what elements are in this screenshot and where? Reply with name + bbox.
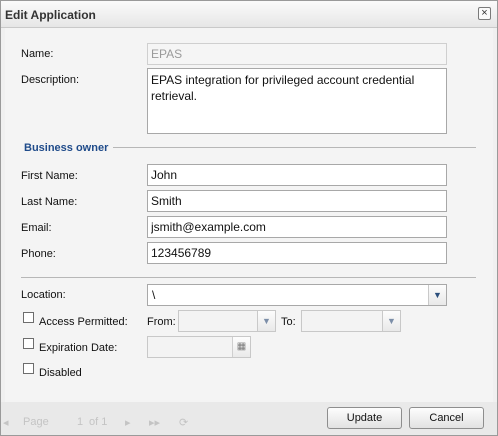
expiration-date-checkbox[interactable] [23, 338, 34, 349]
name-label: Name: [21, 48, 54, 60]
location-label: Location: [21, 289, 66, 301]
disabled-checkbox[interactable] [23, 363, 34, 374]
business-owner-section-title: Business owner [24, 142, 109, 154]
to-dropdown[interactable]: ▼ [301, 310, 401, 332]
dialog-titlebar[interactable]: Edit Application × [1, 1, 497, 28]
email-field[interactable] [147, 216, 447, 238]
to-label: To: [281, 316, 296, 328]
pager-page-value: 1 [77, 416, 84, 428]
chevron-down-icon[interactable]: ▼ [428, 285, 446, 305]
phone-field[interactable] [147, 242, 447, 264]
from-dropdown[interactable]: ▼ [178, 310, 276, 332]
dialog-footer: ◂ Page 1 of 1 ▸ ▸▸ ⟳ Update Cancel [1, 402, 497, 435]
first-name-field[interactable] [147, 164, 447, 186]
pager-page-label: Page [23, 416, 49, 428]
email-label: Email: [21, 222, 52, 234]
section-divider [113, 147, 476, 148]
from-label: From: [147, 316, 176, 328]
pager-of-label: of 1 [89, 416, 108, 428]
dialog-title: Edit Application [5, 8, 96, 22]
first-page-icon: ◂ [3, 417, 9, 429]
location-dropdown[interactable]: \ ▼ [147, 284, 447, 306]
access-permitted-label: Access Permitted: [39, 316, 128, 328]
phone-label: Phone: [21, 248, 56, 260]
section-divider [21, 277, 476, 278]
chevron-down-icon[interactable]: ▼ [257, 311, 275, 331]
description-label: Description: [21, 74, 80, 86]
name-field [147, 43, 447, 65]
update-button[interactable]: Update [327, 407, 402, 429]
calendar-icon[interactable]: ▦ [232, 337, 250, 357]
refresh-icon: ⟳ [179, 417, 189, 429]
first-name-label: First Name: [21, 170, 78, 182]
expiration-date-label: Expiration Date: [39, 342, 118, 354]
edit-application-dialog: Edit Application × Name: Description: EP… [0, 0, 498, 436]
last-page-icon: ▸▸ [149, 417, 161, 429]
next-page-icon: ▸ [125, 417, 131, 429]
disabled-label: Disabled [39, 367, 82, 379]
close-icon[interactable]: × [478, 7, 491, 20]
dialog-body: Name: Description: EPAS integration for … [5, 28, 493, 402]
access-permitted-checkbox[interactable] [23, 312, 34, 323]
last-name-field[interactable] [147, 190, 447, 212]
description-field[interactable]: EPAS integration for privileged account … [147, 68, 447, 134]
expiration-date-field[interactable]: ▦ [147, 336, 251, 358]
chevron-down-icon[interactable]: ▼ [382, 311, 400, 331]
location-value: \ [152, 288, 156, 302]
last-name-label: Last Name: [21, 196, 78, 208]
cancel-button[interactable]: Cancel [409, 407, 484, 429]
